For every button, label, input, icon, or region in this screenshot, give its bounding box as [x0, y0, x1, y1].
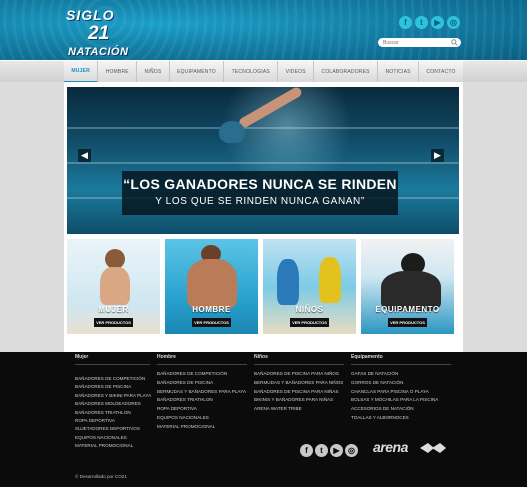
instagram-icon[interactable]: ◎ [447, 16, 460, 29]
footer-link[interactable]: BAÑADORES MOLDEADORES [75, 400, 169, 408]
slider-prev-icon[interactable]: ◀ [78, 149, 91, 162]
search-box [378, 38, 461, 47]
tile-figure [319, 257, 341, 303]
nav-items: MUJER HOMBRE NIÑOS EQUIPAMENTO TECNOLOGI… [64, 61, 463, 83]
footer-column-mujer: Mujer BAÑADORES DE COMPETICIÓN BAÑADORES… [75, 354, 169, 451]
footer-heading: Hombre [157, 354, 176, 360]
footer-link[interactable]: BAÑADORES Y BIKINI PARA PLAYA [75, 392, 169, 400]
footer-heading: Equipamento [351, 354, 383, 360]
footer-link[interactable]: ROPA DEPORTIVA [75, 417, 169, 425]
lane-line [67, 127, 459, 129]
lane-line [67, 162, 459, 164]
youtube-icon[interactable]: ▶ [330, 444, 343, 457]
category-tile-equipamento[interactable]: EQUIPAMENTO VER PRODUCTOS [361, 239, 454, 334]
footer-link[interactable]: BERMUDAS Y BAÑADORES PARA PLAYA [157, 388, 251, 397]
nav-right-shade [463, 61, 527, 83]
footer-link[interactable]: SUJETADORES DEPORTIVOS [75, 425, 169, 433]
header-social-links: f t ▶ ◎ [399, 16, 460, 29]
category-tile-ninos[interactable]: NIÑOS VER PRODUCTOS [263, 239, 356, 334]
page: SIGLO 21 NATACIÓN f t ▶ ◎ MUJER HOMBRE N… [0, 0, 527, 487]
hero-quote-line-1: “LOS GANADORES NUNCA SE RINDEN [123, 176, 397, 192]
site-header: SIGLO 21 NATACIÓN f t ▶ ◎ [0, 0, 527, 60]
nav-item-videos[interactable]: VIDEOS [278, 61, 315, 83]
tile-label: HOMBRE [192, 305, 231, 314]
view-products-button[interactable]: VER PRODUCTOS [388, 318, 427, 327]
hero-swimmer [219, 121, 245, 143]
twitter-icon[interactable]: t [415, 16, 428, 29]
footer-link[interactable]: BIKINIS Y BAÑADORES PARA NIÑAS [254, 396, 348, 405]
nav-item-tecnologias[interactable]: TECNOLOGIAS [224, 61, 279, 83]
facebook-icon[interactable]: f [300, 444, 313, 457]
footer-heading: Niños [254, 354, 268, 360]
footer-link[interactable]: EQUIPOS NACIONALES [75, 434, 169, 442]
nav-left-shade [0, 61, 64, 83]
twitter-icon[interactable]: t [315, 444, 328, 457]
view-products-button[interactable]: VER PRODUCTOS [94, 318, 133, 327]
footer-divider [75, 364, 150, 365]
footer-divider [351, 364, 451, 365]
footer-link[interactable]: BAÑADORES DE PISCINA PARA NIÑOS [254, 370, 348, 379]
footer-link[interactable]: ROPA DEPORTIVA [157, 405, 251, 414]
hero-caption: “LOS GANADORES NUNCA SE RINDEN Y LOS QUE… [122, 171, 398, 215]
facebook-icon[interactable]: f [399, 16, 412, 29]
search-input[interactable] [383, 38, 449, 47]
footer-link[interactable]: GORROS DE NATACIÓN [351, 379, 445, 388]
footer-link[interactable]: BAÑADORES TRIATHLON [75, 409, 169, 417]
footer-link[interactable]: ACCESORIOS DE NATACIÓN [351, 405, 445, 414]
footer-link[interactable]: MATERIAL PROMOCIONAL [75, 442, 169, 450]
footer-link[interactable]: EQUIPOS NACIONALES [157, 414, 251, 423]
tile-label: MUJER [98, 305, 129, 314]
arena-logo[interactable]: arena [373, 439, 408, 455]
footer-link[interactable]: ARENA WATER TRIBE [254, 405, 348, 414]
footer-link[interactable]: CHANCLAS PARA PISCINA O PLAYA [351, 388, 445, 397]
footer-link[interactable]: BAÑADORES DE PISCINA PARA NIÑAS [254, 388, 348, 397]
view-products-button[interactable]: VER PRODUCTOS [192, 318, 231, 327]
site-logo[interactable]: SIGLO 21 NATACIÓN [66, 7, 136, 58]
nav-item-ninos[interactable]: NIÑOS [137, 61, 170, 83]
footer-divider [157, 364, 247, 365]
main-nav: MUJER HOMBRE NIÑOS EQUIPAMENTO TECNOLOGI… [0, 60, 527, 83]
category-tile-mujer[interactable]: MUJER VER PRODUCTOS [67, 239, 160, 334]
tile-figure [277, 259, 299, 305]
nav-item-contacto[interactable]: CONTACTO [419, 61, 463, 83]
footer-link[interactable]: BOLSAS Y MOCHILAS PARA LA PISCINA [351, 396, 445, 405]
footer-link[interactable]: BAÑADORES TRIATHLON [157, 396, 251, 405]
footer-link[interactable]: TOALLAS Y ALBORNOCES [351, 414, 445, 423]
footer-link[interactable]: BAÑADORES DE PISCINA [157, 379, 251, 388]
footer-link[interactable]: BERMUDAS Y BAÑADORES PARA NIÑOS [254, 379, 348, 388]
tile-figure [187, 259, 237, 309]
youtube-icon[interactable]: ▶ [431, 16, 444, 29]
footer-column-equipamento: Equipamento GAFAS DE NATACIÓN GORROS DE … [351, 354, 451, 423]
slider-next-icon[interactable]: ▶ [431, 149, 444, 162]
tile-figure [100, 267, 130, 305]
tile-label: EQUIPAMENTO [375, 305, 440, 314]
nav-item-equipamento[interactable]: EQUIPAMENTO [170, 61, 225, 83]
footer-link[interactable]: BAÑADORES DE COMPETICIÓN [157, 370, 251, 379]
footer-link[interactable]: GAFAS DE NATACIÓN [351, 370, 445, 379]
footer-link[interactable]: MATERIAL PROMOCIONAL [157, 423, 251, 432]
copyright-text: © Desarrollado por CO21 [75, 474, 127, 479]
footer-divider [254, 364, 344, 365]
search-icon[interactable] [451, 39, 458, 46]
instagram-icon[interactable]: ◎ [345, 444, 358, 457]
tile-label: NIÑOS [295, 305, 324, 314]
view-products-button[interactable]: VER PRODUCTOS [290, 318, 329, 327]
logo-line-2: 21 [88, 23, 110, 44]
hero-quote-line-2: Y LOS QUE SE RINDEN NUNCA GANAN” [155, 196, 365, 207]
footer-social-links: f t ▶ ◎ [300, 444, 358, 457]
logo-line-3: NATACIÓN [68, 46, 129, 58]
footer-link[interactable]: BAÑADORES DE PISCINA [75, 383, 169, 391]
logo-line-1: SIGLO [66, 7, 115, 23]
category-tile-hombre[interactable]: HOMBRE VER PRODUCTOS [165, 239, 258, 334]
arena-diamond-icon [420, 443, 446, 453]
footer-column-ninos: Niños BAÑADORES DE PISCINA PARA NIÑOS BE… [254, 354, 348, 414]
footer-link[interactable]: BAÑADORES DE COMPETICIÓN [75, 375, 169, 383]
nav-item-hombre[interactable]: HOMBRE [98, 61, 138, 83]
tile-figure [105, 249, 125, 269]
nav-item-mujer[interactable]: MUJER [64, 61, 99, 83]
footer-column-hombre: Hombre BAÑADORES DE COMPETICIÓN BAÑADORE… [157, 354, 251, 432]
footer-heading: Mujer [75, 354, 89, 360]
nav-item-noticias[interactable]: NOTICIAS [378, 61, 420, 83]
nav-item-colaboradores[interactable]: COLABORADORES [314, 61, 379, 83]
